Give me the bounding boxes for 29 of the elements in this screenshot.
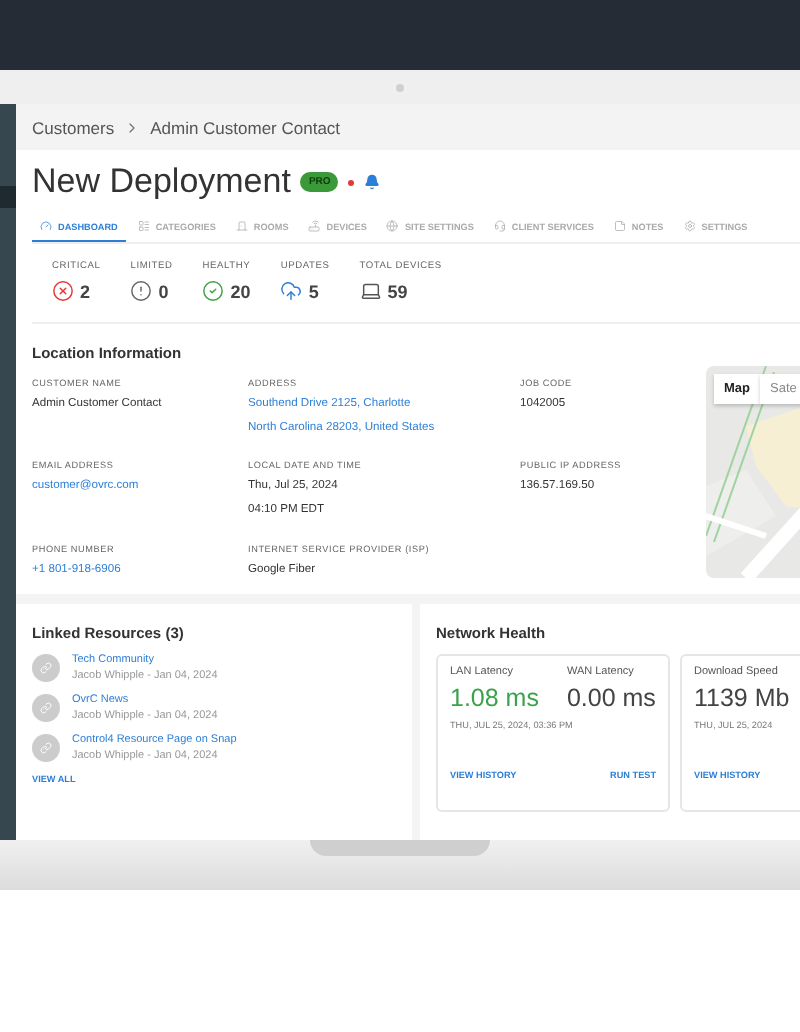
stat-value: 5 [308,281,319,301]
check-icon [202,280,225,302]
cloud-upload-icon [280,280,303,302]
link-icon [40,742,52,754]
status-dot [348,179,355,185]
bell-icon[interactable] [364,174,381,190]
link-icon [40,662,52,674]
breadcrumb-link[interactable]: Customers [32,117,115,137]
door-icon [235,220,248,232]
list-icon [137,220,150,232]
settings-icon [683,220,696,232]
gauge-icon [40,220,52,232]
stat-value: 59 [387,281,408,301]
metric-value: 0.00 ms [566,684,656,712]
metric-value: 1.08 ms [450,684,539,712]
note-icon [613,220,626,232]
stat-value: 0 [158,281,169,301]
metric-value: 1139 Mb [694,684,790,712]
breadcrumb-link[interactable]: Admin Customer Contact [150,117,341,137]
headset-icon [493,220,506,232]
stat-value: 20 [230,281,251,301]
stat-value: 2 [80,281,91,301]
alert-icon [130,280,153,302]
globe-icon [386,220,399,232]
laptop-icon [359,280,382,302]
router-icon [308,220,321,232]
error-icon [52,280,74,302]
link-icon [40,702,52,714]
page-title: New Deployment [32,162,291,202]
